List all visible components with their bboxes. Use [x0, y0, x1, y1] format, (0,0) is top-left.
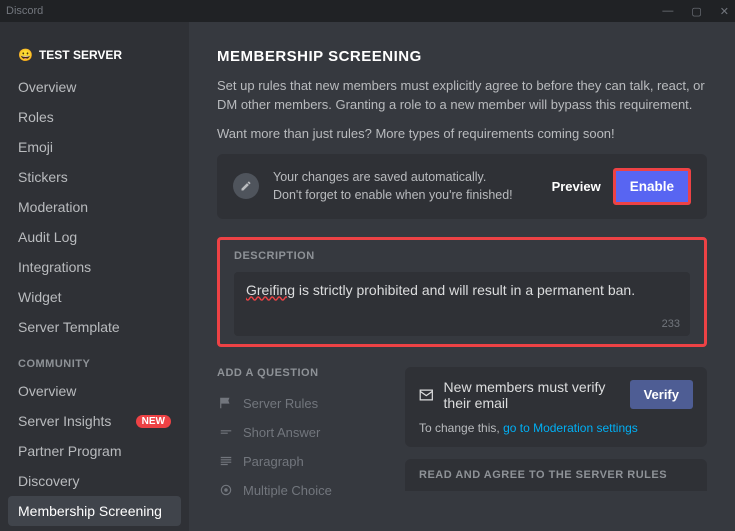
sidebar-item-welcome-screen[interactable]: Welcome Screen: [8, 526, 181, 531]
sidebar: 😀 TEST SERVER Overview Roles Emoji Stick…: [0, 22, 189, 531]
sidebar-item-community-overview[interactable]: Overview: [8, 376, 181, 406]
flag-icon: [219, 396, 233, 410]
sidebar-item-server-insights[interactable]: Server Insights NEW: [8, 406, 181, 436]
question-type-paragraph[interactable]: Paragraph: [217, 447, 387, 476]
sidebar-item-partner-program[interactable]: Partner Program: [8, 436, 181, 466]
short-text-icon: [219, 425, 233, 439]
question-type-server-rules[interactable]: Server Rules: [217, 389, 387, 418]
paragraph-icon: [219, 454, 233, 468]
main-content: MEMBERSHIP SCREENING Set up rules that n…: [189, 22, 735, 531]
server-name: 😀 TEST SERVER: [8, 44, 181, 72]
sidebar-item-overview[interactable]: Overview: [8, 72, 181, 102]
sidebar-item-server-template[interactable]: Server Template: [8, 312, 181, 342]
notice-bar: Your changes are saved automatically. Do…: [217, 154, 707, 219]
verify-email-box: New members must verify their email Veri…: [405, 367, 707, 447]
moderation-settings-link[interactable]: go to Moderation settings: [503, 421, 638, 435]
description-section: DESCRIPTION Greifing is strictly prohibi…: [217, 237, 707, 347]
verify-message: New members must verify their email: [444, 379, 630, 411]
verify-button[interactable]: Verify: [630, 380, 693, 409]
pencil-icon: [233, 173, 259, 199]
sidebar-item-emoji[interactable]: Emoji: [8, 132, 181, 162]
sidebar-item-roles[interactable]: Roles: [8, 102, 181, 132]
description-text-misspelled: Greifing: [246, 282, 295, 298]
description-label: DESCRIPTION: [234, 250, 690, 262]
smile-icon: 😀: [18, 48, 33, 62]
preview-button[interactable]: Preview: [552, 179, 601, 194]
description-input[interactable]: Greifing is strictly prohibited and will…: [234, 272, 690, 336]
sidebar-section-community: COMMUNITY: [8, 342, 181, 376]
notice-message: Your changes are saved automatically. Do…: [273, 168, 538, 204]
close-icon[interactable]: ✕: [720, 5, 729, 18]
enable-button[interactable]: Enable: [613, 168, 691, 205]
sidebar-item-widget[interactable]: Widget: [8, 282, 181, 312]
question-type-multiple-choice[interactable]: Multiple Choice: [217, 476, 387, 505]
sidebar-item-discovery[interactable]: Discovery: [8, 466, 181, 496]
description-text-rest: is strictly prohibited and will result i…: [295, 282, 635, 298]
question-type-short-answer[interactable]: Short Answer: [217, 418, 387, 447]
sidebar-item-moderation[interactable]: Moderation: [8, 192, 181, 222]
verify-hint: To change this, go to Moderation setting…: [419, 421, 693, 435]
sidebar-item-integrations[interactable]: Integrations: [8, 252, 181, 282]
add-question-label: ADD A QUESTION: [217, 367, 387, 379]
sidebar-item-stickers[interactable]: Stickers: [8, 162, 181, 192]
app-name: Discord: [6, 5, 43, 17]
server-rules-label: READ AND AGREE TO THE SERVER RULES: [405, 459, 707, 491]
sidebar-item-audit-log[interactable]: Audit Log: [8, 222, 181, 252]
add-question-panel: ADD A QUESTION Server Rules Short Answer…: [217, 367, 387, 505]
mail-icon: [419, 386, 434, 404]
maximize-icon[interactable]: ▢: [691, 5, 701, 18]
page-description-1: Set up rules that new members must expli…: [217, 77, 707, 115]
page-title: MEMBERSHIP SCREENING: [217, 48, 707, 65]
minimize-icon[interactable]: —: [662, 5, 673, 18]
page-description-2: Want more than just rules? More types of…: [217, 125, 707, 144]
char-count: 233: [662, 318, 680, 330]
window-controls: — ▢ ✕: [662, 5, 729, 18]
titlebar: Discord — ▢ ✕: [0, 0, 735, 22]
radio-icon: [219, 483, 233, 497]
new-badge: NEW: [136, 415, 171, 428]
sidebar-item-membership-screening[interactable]: Membership Screening: [8, 496, 181, 526]
